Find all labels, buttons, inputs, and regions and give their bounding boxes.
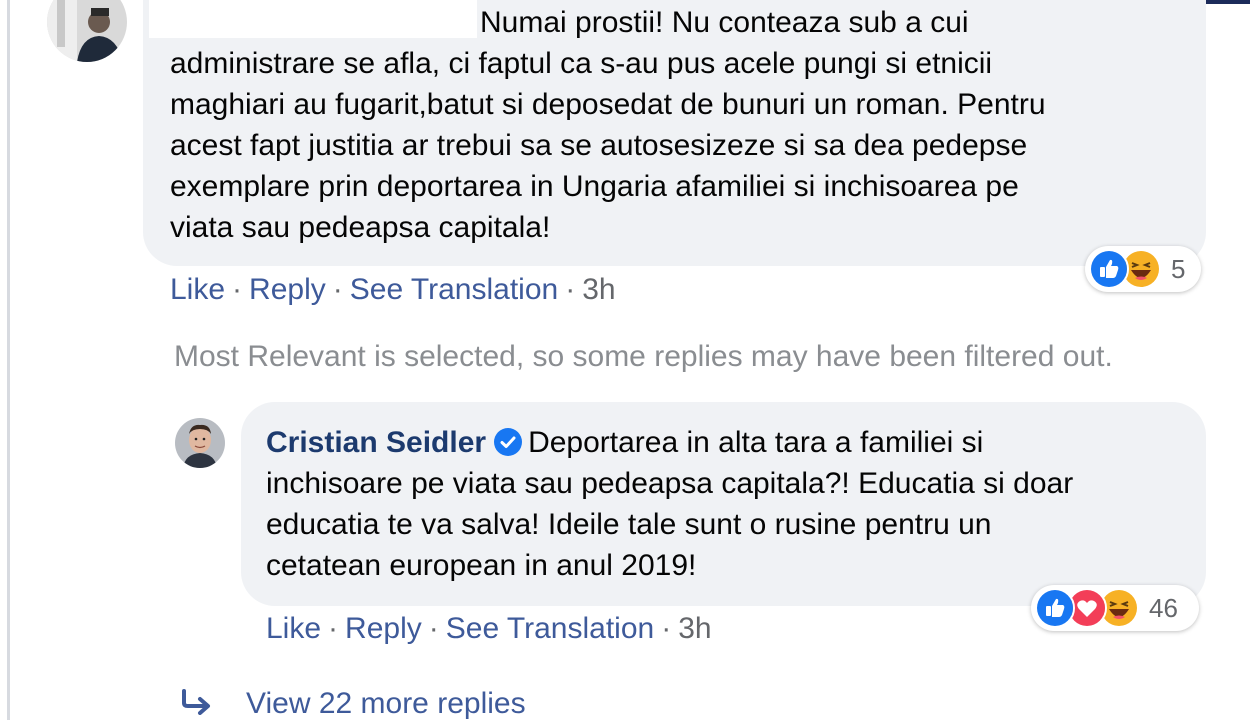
timestamp-link[interactable]: 3h: [678, 612, 711, 645]
comment-actions: Like · Reply · See Translation · 3h: [170, 272, 616, 308]
reactions-summary[interactable]: 46: [1031, 585, 1199, 631]
reaction-count: 5: [1171, 253, 1186, 284]
reply-author-name[interactable]: Cristian Seidler: [266, 426, 486, 459]
reply-link[interactable]: Reply: [345, 612, 422, 645]
like-icon: [1035, 588, 1075, 628]
comment-text-line: viata sau pedeapsa capitala!: [170, 211, 551, 244]
reply-text-line: Deportarea in alta tara a familiei si: [528, 426, 984, 459]
separator-dot: ·: [328, 612, 339, 645]
separator-dot: ·: [661, 612, 672, 645]
thread-line: [7, 0, 10, 720]
reply-first-line: Cristian Seidler Deportarea in alta tara …: [266, 422, 983, 467]
like-link[interactable]: Like: [170, 273, 225, 306]
comment-text-line: exemplare prin deportarea in Ungaria afa…: [170, 170, 1019, 203]
reply-link[interactable]: Reply: [249, 273, 326, 306]
reactions-summary[interactable]: 5: [1085, 246, 1201, 292]
separator-dot: ·: [332, 273, 343, 306]
reply-author-avatar[interactable]: [175, 418, 225, 468]
verified-badge-icon: [494, 426, 523, 467]
like-icon: [1089, 249, 1129, 289]
timestamp-link[interactable]: 3h: [582, 273, 615, 306]
comment-text-line: Numai prostii! Nu conteaza sub a cui: [480, 6, 969, 39]
separator-dot: ·: [428, 612, 439, 645]
separator-dot: ·: [232, 273, 243, 306]
reply-actions: Like · Reply · See Translation · 3h: [266, 611, 712, 647]
comment-text-line: administrare se afla, ci faptul ca s-au …: [170, 47, 993, 80]
comment-text-line: acest fapt justitia ar trebui sa se auto…: [170, 129, 1028, 162]
reply-arrow-icon: [180, 687, 216, 725]
like-link[interactable]: Like: [266, 612, 321, 645]
comment-text-line: maghiari au fugarit,batut si deposedat d…: [170, 88, 1046, 121]
commenter-avatar[interactable]: [47, 0, 127, 62]
filter-notice: Most Relevant is selected, so some repli…: [174, 340, 1113, 373]
reply-text-line: inchisoare pe viata sau pedeapsa capital…: [266, 467, 1074, 500]
see-translation-link[interactable]: See Translation: [350, 273, 558, 306]
reply-text-line: educatia te va salva! Ideile tale sunt o…: [266, 508, 992, 541]
view-more-replies-link[interactable]: View 22 more replies: [180, 685, 526, 725]
reply-text-line: cetatean european in anul 2019!: [266, 549, 697, 582]
redacted-author-name: [149, 0, 477, 38]
separator-dot: ·: [565, 273, 576, 306]
see-translation-link[interactable]: See Translation: [446, 612, 654, 645]
view-more-label: View 22 more replies: [246, 687, 526, 720]
reaction-count: 46: [1149, 592, 1178, 623]
